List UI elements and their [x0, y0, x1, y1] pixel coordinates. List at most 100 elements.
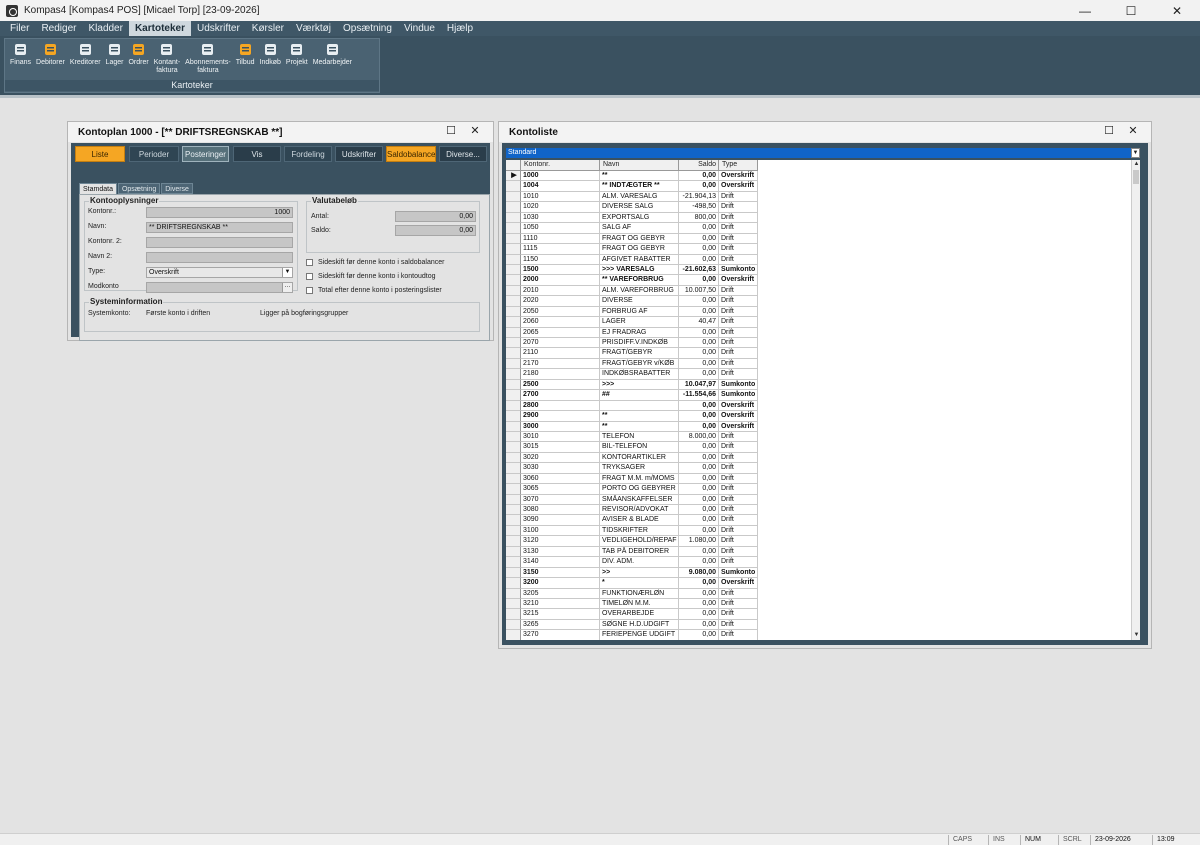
table-row[interactable]: 2010 ALM. VAREFORBRUG 10.007,50 Drift: [506, 285, 758, 297]
ribbon-button-2[interactable]: Kreditorer: [68, 42, 103, 75]
table-row[interactable]: 2500 >>> 10.047,97 Sumkonto: [506, 379, 758, 391]
table-row[interactable]: 1050 SALG AF 0,00 Drift: [506, 223, 758, 234]
table-row[interactable]: 2065 EJ FRADRAG 0,00 Drift: [506, 327, 758, 338]
saldo-field[interactable]: 0,00: [395, 225, 476, 236]
table-row[interactable]: 2170 FRAGT/GEBYR v/KØB 0,00 Drift: [506, 358, 758, 370]
maximize-button[interactable]: ☐: [1108, 0, 1154, 21]
ribbon-button-8[interactable]: Indkøb: [258, 42, 283, 75]
modkonto-field[interactable]: …: [146, 282, 293, 293]
posteringer-button[interactable]: Posteringer: [182, 146, 229, 162]
table-row[interactable]: ▶ 1000 ** 0,00 Overskrift: [506, 171, 758, 182]
table-row[interactable]: 2110 FRAGT/GEBYR 0,00 Drift: [506, 348, 758, 359]
table-row[interactable]: 2700 ## -11.554,66 Sumkonto: [506, 390, 758, 401]
ribbon-button-9[interactable]: Projekt: [284, 42, 310, 75]
table-row[interactable]: 3060 FRAGT M.M. m/MOMS 0,00 Drift: [506, 473, 758, 485]
minimize-button[interactable]: —: [1062, 0, 1108, 21]
table-row[interactable]: 1115 FRAGT OG GEBYR 0,00 Drift: [506, 244, 758, 255]
table-row[interactable]: 1010 ALM. VARESALG -21.904,13 Drift: [506, 191, 758, 203]
kontoplan-close-button[interactable]: ✕: [463, 124, 487, 137]
menu-vindue[interactable]: Vindue: [398, 21, 441, 36]
table-row[interactable]: 1500 >>> VARESALG -21.602,63 Sumkonto: [506, 264, 758, 276]
ribbon-button-5[interactable]: Kontant- faktura: [152, 42, 182, 75]
fordeling-button[interactable]: Fordeling: [284, 146, 332, 162]
scroll-thumb[interactable]: [1133, 170, 1139, 184]
perioder-button[interactable]: Perioder: [129, 146, 179, 162]
udskrifter-button[interactable]: Udskrifter: [335, 146, 383, 162]
kontoliste-close-button[interactable]: ✕: [1121, 124, 1145, 137]
header-navn[interactable]: Navn: [600, 160, 679, 170]
scroll-up-icon[interactable]: ▲: [1132, 160, 1140, 169]
checkbox[interactable]: [306, 259, 313, 266]
table-row[interactable]: 2800 0,00 Overskrift: [506, 400, 758, 412]
close-button[interactable]: ✕: [1154, 0, 1200, 21]
table-row[interactable]: 3140 DIV. ADM. 0,00 Drift: [506, 557, 758, 568]
ribbon-button-10[interactable]: Medarbejder: [311, 42, 354, 75]
table-row[interactable]: 1020 DIVERSE SALG -498,50 Drift: [506, 202, 758, 213]
ribbon-button-7[interactable]: Tilbud: [234, 42, 257, 75]
table-row[interactable]: 2180 INDKØBSRABATTER 0,00 Drift: [506, 369, 758, 380]
ribbon-button-4[interactable]: Ordrer: [126, 42, 150, 75]
table-row[interactable]: 2000 ** VAREFORBRUG 0,00 Overskrift: [506, 275, 758, 286]
table-row[interactable]: 3150 >> 9.080,00 Sumkonto: [506, 567, 758, 579]
menu-filer[interactable]: Filer: [4, 21, 35, 36]
kontoliste-maximize-button[interactable]: ☐: [1097, 124, 1121, 137]
header-type[interactable]: Type: [719, 160, 758, 170]
check-sideskift-kontoudtog[interactable]: Sideskift før denne konto i kontoudtog: [306, 273, 436, 280]
ribbon-button-3[interactable]: Lager: [104, 42, 126, 75]
table-row[interactable]: 3015 BIL-TELEFON 0,00 Drift: [506, 442, 758, 453]
menu-rediger[interactable]: Rediger: [35, 21, 82, 36]
table-row[interactable]: 2070 PRISDIFF.V.INDKØB 0,00 Drift: [506, 338, 758, 349]
ribbon-button-1[interactable]: Debitorer: [34, 42, 67, 75]
table-row[interactable]: 2050 FORBRUG AF 0,00 Drift: [506, 306, 758, 318]
table-row[interactable]: 3070 SMÅANSKAFFELSER 0,00 Drift: [506, 494, 758, 505]
menu-vaerktoj[interactable]: Værktøj: [290, 21, 337, 36]
saldobalance-button[interactable]: Saldobalance: [386, 146, 436, 162]
antal-field[interactable]: 0,00: [395, 211, 476, 222]
table-row[interactable]: 3000 ** 0,00 Overskrift: [506, 421, 758, 432]
tab-opsaetning[interactable]: Opsætning: [117, 183, 161, 194]
table-row[interactable]: 3265 SØGNE H.D.UDGIFT 0,00 Drift: [506, 619, 758, 631]
checkbox[interactable]: [306, 287, 313, 294]
menu-udskrifter[interactable]: Udskrifter: [191, 21, 246, 36]
table-row[interactable]: 3030 TRYKSAGER 0,00 Drift: [506, 463, 758, 474]
table-row[interactable]: 3210 TIMELØN M.M. 0,00 Drift: [506, 598, 758, 610]
table-row[interactable]: 1150 AFGIVET RABATTER 0,00 Drift: [506, 254, 758, 265]
table-row[interactable]: 3020 KONTORARTIKLER 0,00 Drift: [506, 452, 758, 464]
menu-hjaelp[interactable]: Hjælp: [441, 21, 479, 36]
table-row[interactable]: 3090 AVISER & BLADE 0,00 Drift: [506, 515, 758, 526]
table-row[interactable]: 3215 OVERARBEJDE 0,00 Drift: [506, 609, 758, 620]
liste-button[interactable]: Liste: [75, 146, 125, 162]
menu-kladder[interactable]: Kladder: [82, 21, 128, 36]
table-row[interactable]: 3065 PORTO OG GEBYRER 0,00 Drift: [506, 484, 758, 495]
diverse-button[interactable]: Diverse...: [439, 146, 487, 162]
tab-stamdata[interactable]: Stamdata: [79, 183, 117, 194]
table-row[interactable]: 3080 REVISOR/ADVOKAT 0,00 Drift: [506, 505, 758, 516]
scroll-down-icon[interactable]: ▼: [1132, 631, 1140, 640]
table-row[interactable]: 3100 TIDSKRIFTER 0,00 Drift: [506, 525, 758, 537]
table-row[interactable]: 2900 ** 0,00 Overskrift: [506, 411, 758, 422]
vis-button[interactable]: Vis: [233, 146, 281, 162]
table-row[interactable]: 3130 TAB PÅ DEBITORER 0,00 Drift: [506, 546, 758, 558]
table-row[interactable]: 1004 ** INDTÆGTER ** 0,00 Overskrift: [506, 181, 758, 192]
ribbon-button-0[interactable]: Finans: [8, 42, 33, 75]
table-row[interactable]: 3270 FERIEPENGE UDGIFT 0,00 Drift: [506, 630, 758, 640]
table-row[interactable]: 3120 VEDLIGEHOLD/REPAF 1.080,00 Drift: [506, 536, 758, 547]
navn2-field[interactable]: [146, 252, 293, 263]
kontoplan-maximize-button[interactable]: ☐: [439, 124, 463, 137]
table-row[interactable]: 3200 * 0,00 Overskrift: [506, 578, 758, 589]
menu-opsaetning[interactable]: Opsætning: [337, 21, 398, 36]
menu-korsler[interactable]: Kørsler: [246, 21, 290, 36]
table-row[interactable]: 2060 LAGER 40,47 Drift: [506, 317, 758, 328]
table-row[interactable]: 3205 FUNKTIONÆRLØN 0,00 Drift: [506, 588, 758, 599]
type-select[interactable]: Overskrift ▼: [146, 267, 293, 278]
navn-field[interactable]: ** DRIFTSREGNSKAB **: [146, 222, 293, 233]
kontonr2-field[interactable]: [146, 237, 293, 248]
table-row[interactable]: 1110 FRAGT OG GEBYR 0,00 Drift: [506, 233, 758, 245]
filter-select[interactable]: Standard ▼: [506, 148, 1140, 158]
check-sideskift-saldo[interactable]: Sideskift før denne konto i saldobalance…: [306, 259, 444, 266]
header-kontonr[interactable]: Kontonr.: [521, 160, 600, 170]
chevron-down-icon[interactable]: ▼: [282, 268, 292, 277]
menu-kartoteker[interactable]: Kartoteker: [128, 21, 191, 36]
table-row[interactable]: 2020 DIVERSE 0,00 Drift: [506, 296, 758, 307]
vertical-scrollbar[interactable]: ▲ ▼: [1131, 160, 1140, 640]
